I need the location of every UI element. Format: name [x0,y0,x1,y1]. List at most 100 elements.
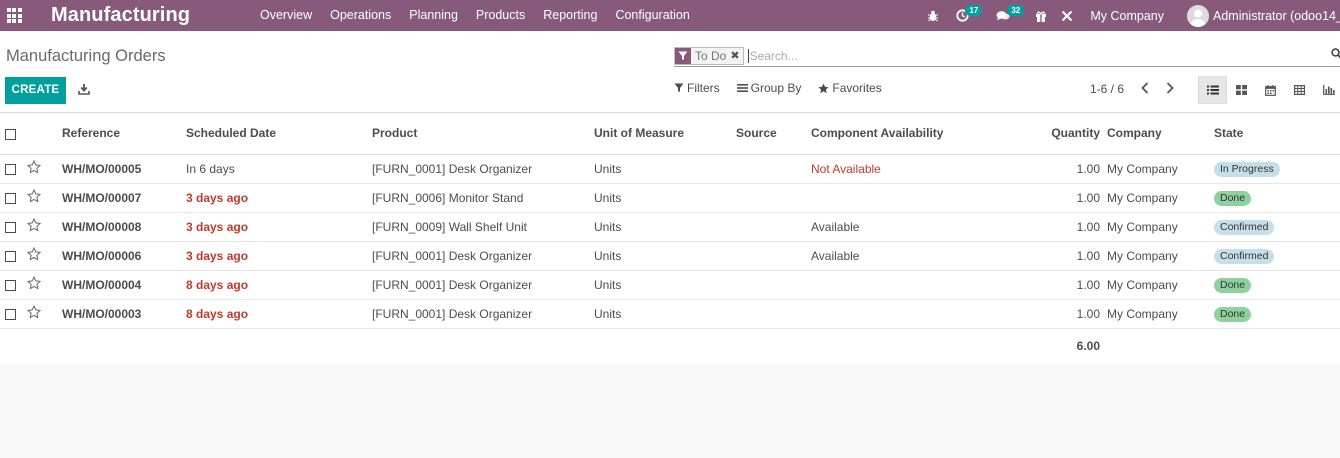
pivot-view-icon[interactable] [1285,76,1314,104]
tools-icon[interactable] [1054,0,1080,31]
row-state: Confirmed [1214,241,1340,271]
row-unit-of-measure: Units [594,299,736,329]
row-source [736,270,811,300]
row-company: My Company [1107,212,1214,242]
search-bar: To Do ✖ [674,45,1340,67]
table-row[interactable]: WH/MO/00003 8 days ago [FURN_0001] Desk Or… [0,299,1340,329]
table-row[interactable]: WH/MO/00008 3 days ago [FURN_0009] Wall Sh… [0,212,1340,242]
row-source [736,212,811,242]
row-source [736,183,811,213]
col-company[interactable]: Company [1107,113,1214,155]
create-button[interactable]: CREATE [5,77,66,104]
row-star-icon[interactable] [27,183,62,213]
row-quantity: 1.00 [1011,183,1107,213]
debug-bug-icon[interactable] [922,0,944,31]
view-switcher [1198,76,1340,104]
col-state[interactable]: State [1214,113,1340,155]
apps-grid-icon [6,8,22,23]
filters-button[interactable]: Filters [674,81,720,95]
user-avatar[interactable] [1187,4,1209,27]
user-menu[interactable]: Administrator (odoo14_e) [1213,9,1340,23]
apps-menu-button[interactable] [0,0,28,31]
search-input[interactable] [747,48,1318,63]
menu-configuration[interactable]: Configuration [606,0,698,31]
table-row[interactable]: WH/MO/00004 8 days ago [FURN_0001] Desk Or… [0,270,1340,300]
row-product: [FURN_0001] Desk Organizer [372,241,594,271]
menu-overview[interactable]: Overview [232,0,321,31]
status-badge: Done [1214,277,1252,293]
row-component-availability: Not Available [811,154,1011,184]
row-star-icon[interactable] [27,270,62,300]
page-title: Manufacturing Orders [6,47,166,65]
row-component-availability [811,299,1011,329]
row-scheduled-date: In 6 days [186,154,372,184]
col-unit-of-measure[interactable]: Unit of Measure [594,113,736,155]
col-quantity[interactable]: Quantity [1011,113,1107,155]
calendar-view-icon[interactable] [1256,76,1285,104]
messages-chat-icon[interactable]: 32 [990,0,1025,31]
graph-view-icon[interactable] [1314,76,1340,104]
row-checkbox[interactable] [0,270,27,300]
row-checkbox[interactable] [0,183,27,213]
download-icon[interactable] [78,83,90,97]
kanban-view-icon[interactable] [1227,76,1256,104]
col-product[interactable]: Product [372,113,594,155]
control-panel: Manufacturing Orders To Do ✖ CREATE Filt… [0,31,1340,113]
table-row[interactable]: WH/MO/00007 3 days ago [FURN_0006] Monitor… [0,183,1340,213]
app-brand[interactable]: Manufacturing [51,4,232,27]
row-checkbox[interactable] [0,154,27,184]
status-badge: Confirmed [1214,248,1275,264]
favorites-button[interactable]: Favorites [818,81,882,95]
search-facet[interactable]: To Do ✖ [674,46,744,65]
row-unit-of-measure: Units [594,154,736,184]
row-source [736,241,811,271]
row-quantity: 1.00 [1011,270,1107,300]
table-header: Reference Scheduled Date Product Unit of… [0,113,1340,155]
row-star-icon[interactable] [27,299,62,329]
facet-remove-icon[interactable]: ✖ [730,48,742,64]
star-icon [818,83,829,93]
status-badge: Confirmed [1214,219,1275,235]
activity-clock-icon[interactable]: 17 [950,0,984,31]
row-star-icon[interactable] [27,212,62,242]
row-unit-of-measure: Units [594,183,736,213]
row-reference: WH/MO/00006 [62,241,186,271]
col-component-availability[interactable]: Component Availability [811,113,1011,155]
col-reference[interactable]: Reference [62,113,186,155]
table-row[interactable]: WH/MO/00005 In 6 days [FURN_0001] Desk Org… [0,154,1340,184]
pager-value[interactable]: 1-6 / 6 [1090,82,1124,96]
select-all-checkbox[interactable] [0,113,27,155]
table-footer: 6.00 [0,328,1340,363]
row-checkbox[interactable] [0,212,27,242]
row-product: [FURN_0006] Monitor Stand [372,183,594,213]
status-badge: In Progress [1214,161,1280,177]
groupby-label: Group By [750,81,802,95]
table-row[interactable]: WH/MO/00006 3 days ago [FURN_0001] Desk Or… [0,241,1340,271]
row-component-availability: Available [811,241,1011,271]
quantity-total: 6.00 [1076,338,1100,353]
row-source [736,154,811,184]
col-scheduled-date[interactable]: Scheduled Date [186,113,372,155]
menu-products[interactable]: Products [467,0,534,31]
pager-previous-icon[interactable] [1139,81,1151,95]
favorites-label: Favorites [832,81,882,95]
search-icon[interactable] [1331,48,1340,62]
row-product: [FURN_0001] Desk Organizer [372,154,594,184]
status-badge: Done [1214,306,1252,322]
row-quantity: 1.00 [1011,154,1107,184]
gift-icon[interactable] [1028,0,1054,31]
menu-planning[interactable]: Planning [400,0,467,31]
row-quantity: 1.00 [1011,212,1107,242]
row-star-icon[interactable] [27,241,62,271]
company-switcher[interactable]: My Company [1090,9,1164,23]
menu-reporting[interactable]: Reporting [534,0,606,31]
groupby-button[interactable]: Group By [736,81,802,95]
row-star-icon[interactable] [27,154,62,184]
col-source[interactable]: Source [736,113,811,155]
row-checkbox[interactable] [0,299,27,329]
row-checkbox[interactable] [0,241,27,271]
menu-operations[interactable]: Operations [321,0,400,31]
row-scheduled-date: 8 days ago [186,270,372,300]
list-view-icon[interactable] [1198,76,1227,104]
pager-next-icon[interactable] [1164,81,1176,95]
